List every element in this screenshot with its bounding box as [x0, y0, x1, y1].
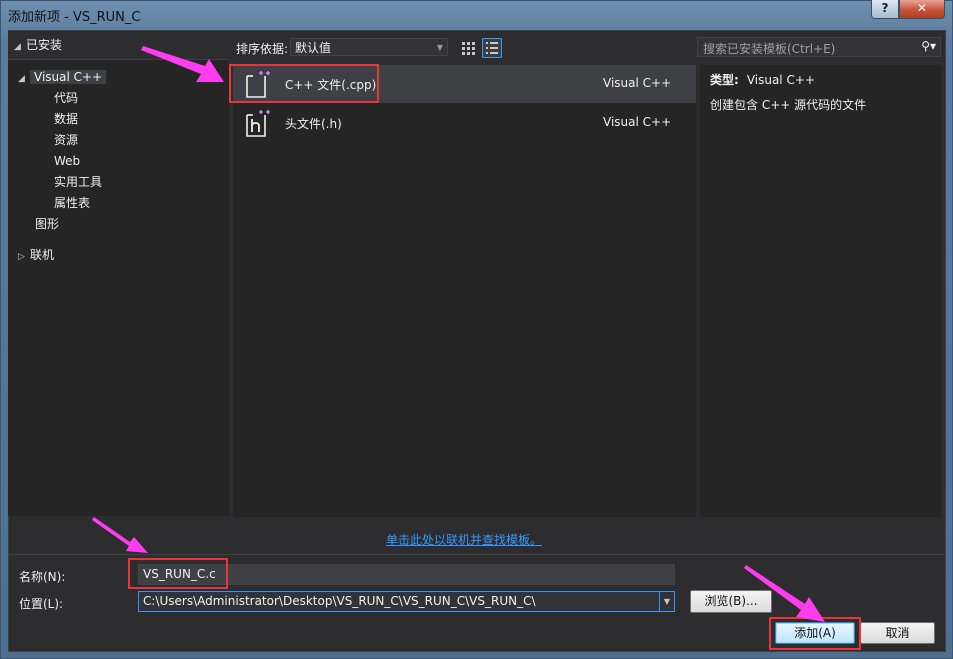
dropdown-arrow-icon: ▼: [436, 43, 443, 52]
tree-item-resource[interactable]: 资源: [54, 130, 78, 150]
expand-right-triangle-icon: ▷: [18, 252, 25, 262]
list-view-button[interactable]: [482, 38, 502, 58]
tree-item-web[interactable]: Web: [54, 151, 80, 171]
detail-type: 类型: Visual C++: [710, 71, 815, 88]
template-tree: ◢ 已安装 ◢ Visual C++ 代码 数据 资源 Web 实用工具 属性表 图…: [8, 31, 229, 516]
template-lang-header: Visual C++: [603, 115, 672, 129]
sort-toolbar: 排序依据: 默认值 ▼: [236, 38, 696, 58]
search-input[interactable]: 搜索已安装模板(Ctrl+E): [703, 40, 835, 57]
add-button[interactable]: 添加(A): [775, 622, 855, 644]
header-file-icon: [246, 110, 270, 137]
tree-item-online-row[interactable]: ▷ 联机: [18, 245, 54, 265]
tree-item-utility[interactable]: 实用工具: [54, 172, 102, 192]
tree-item-property-sheet[interactable]: 属性表: [54, 193, 90, 213]
grid-view-button[interactable]: [458, 38, 478, 58]
detail-type-value: Visual C++: [746, 73, 815, 87]
chevron-down-icon[interactable]: ▼: [659, 592, 674, 611]
template-list: C++ 文件(.cpp) Visual C++ 头文件(.h) Visual C…: [233, 65, 696, 517]
template-name-header: 头文件(.h): [285, 117, 342, 131]
name-field[interactable]: VS_RUN_C.c: [138, 564, 675, 585]
detail-description: 创建包含 C++ 源代码的文件: [710, 98, 867, 112]
detail-type-label: 类型:: [710, 73, 739, 87]
details-panel: 类型: Visual C++ 创建包含 C++ 源代码的文件: [700, 65, 941, 517]
collapse-triangle-icon: ◢: [14, 42, 21, 52]
search-box[interactable]: 搜索已安装模板(Ctrl+E) ⚲▾: [697, 37, 941, 57]
window-title: 添加新项 - VS_RUN_C: [8, 10, 141, 25]
online-templates-link[interactable]: 单击此处以联机并查找模板。: [386, 531, 542, 548]
divider: [9, 554, 945, 555]
name-label: 名称(N):: [19, 570, 66, 584]
cpp-file-icon: [246, 71, 270, 98]
template-lang-cpp: Visual C++: [603, 76, 672, 90]
cancel-button[interactable]: 取消: [860, 622, 935, 644]
location-label: 位置(L):: [19, 597, 64, 611]
grid-view-icon: [462, 42, 475, 55]
template-row-header[interactable]: 头文件(.h) Visual C++: [233, 104, 696, 142]
sort-select[interactable]: 默认值 ▼: [290, 38, 448, 56]
tree-item-code[interactable]: 代码: [54, 88, 78, 108]
tree-header-label: 已安装: [26, 38, 63, 52]
sort-label: 排序依据:: [236, 42, 289, 56]
expand-triangle-icon: ◢: [18, 74, 25, 84]
tree-header-installed[interactable]: ◢ 已安装: [8, 31, 229, 60]
list-view-icon: [486, 42, 498, 54]
tree-item-visual-cpp-row[interactable]: ◢ Visual C++: [18, 67, 107, 87]
location-value: C:\Users\Administrator\Desktop\VS_RUN_C\…: [143, 594, 536, 608]
close-button[interactable]: ✕: [899, 0, 945, 19]
location-field[interactable]: C:\Users\Administrator\Desktop\VS_RUN_C\…: [138, 591, 675, 612]
tree-item-visual-cpp[interactable]: Visual C++: [30, 70, 107, 84]
template-row-cpp[interactable]: C++ 文件(.cpp) Visual C++: [233, 65, 696, 103]
help-button[interactable]: ?: [871, 0, 899, 19]
tree-item-data[interactable]: 数据: [54, 109, 78, 129]
browse-button[interactable]: 浏览(B)...: [690, 590, 772, 613]
tree-item-online[interactable]: 联机: [30, 248, 54, 262]
sort-select-value: 默认值: [295, 41, 332, 55]
title-bar: 添加新项 - VS_RUN_C ? ✕: [0, 0, 953, 30]
search-icon[interactable]: ⚲▾: [921, 39, 936, 53]
tree-item-graphics[interactable]: 图形: [35, 214, 59, 234]
title-buttons: ? ✕: [871, 0, 945, 19]
template-name-cpp: C++ 文件(.cpp): [285, 78, 377, 92]
